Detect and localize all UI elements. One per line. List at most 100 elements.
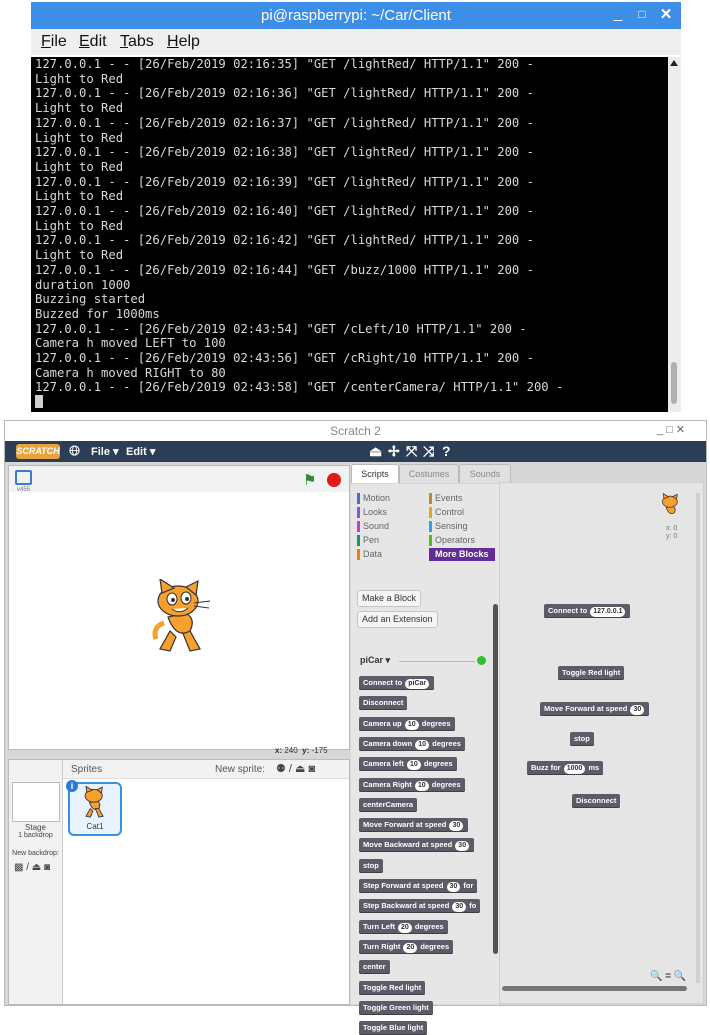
block-input[interactable]: 30 — [630, 705, 645, 715]
category-control[interactable]: Control — [429, 506, 464, 519]
palette-scrollbar[interactable] — [493, 604, 498, 954]
add-extension-button[interactable]: Add an Extension — [357, 611, 438, 628]
new-sprite-tools-icon[interactable]: ⚉ / ⏏ ◙ — [276, 762, 315, 775]
block-buzz-for[interactable]: Buzz for 1000 ms — [527, 761, 604, 775]
info-icon[interactable]: i — [66, 780, 78, 792]
tab-scripts[interactable]: Scripts — [351, 464, 399, 483]
shrink-icon[interactable]: ⤨ — [423, 443, 434, 460]
category-looks[interactable]: Looks — [357, 506, 387, 519]
block-input[interactable]: 127.0.0.1 — [590, 607, 626, 617]
backdrop-tools-icon[interactable]: ▩ / ⏏ ◙ — [14, 862, 50, 873]
category-operators[interactable]: Operators — [429, 534, 475, 547]
delete-icon[interactable]: ✢ — [388, 443, 400, 460]
block-camera-down[interactable]: Camera down 10 degrees — [359, 736, 465, 751]
make-block-button[interactable]: Make a Block — [357, 590, 422, 607]
scripts-hscrollbar[interactable] — [502, 986, 687, 991]
stage-thumbnail[interactable] — [12, 782, 60, 822]
block-stop[interactable]: stop — [359, 858, 383, 873]
block-input[interactable]: piCar — [405, 679, 430, 689]
category-events[interactable]: Events — [429, 492, 463, 505]
block-connect-to[interactable]: Connect to piCar — [359, 676, 435, 690]
block-toggle-green-light[interactable]: Toggle Green light — [359, 1000, 433, 1015]
category-sensing[interactable]: Sensing — [429, 520, 468, 533]
block-toggle-red-light[interactable]: Toggle Red light — [359, 980, 426, 995]
terminal-titlebar[interactable]: pi@raspberrypi: ~/Car/Client _ □ ✕ — [31, 2, 681, 29]
menu-tabs[interactable]: Tabs — [120, 33, 154, 51]
block-toggle-blue-light[interactable]: Toggle Blue light — [359, 1021, 428, 1035]
edit-menu[interactable]: Edit ▾ — [126, 445, 155, 458]
globe-icon[interactable] — [69, 445, 80, 459]
menu-help[interactable]: Help — [167, 33, 200, 51]
zoom-controls[interactable]: 🔍 = 🔍 — [650, 971, 686, 982]
block-label: degrees — [423, 759, 453, 769]
minimize-icon[interactable]: _ — [609, 5, 627, 22]
block-turn-right[interactable]: Turn Right 20 degrees — [359, 939, 454, 954]
menu-edit[interactable]: Edit — [79, 33, 107, 51]
scratch-logo[interactable]: SCRATCH — [16, 444, 60, 459]
block-stop[interactable]: stop — [570, 732, 594, 746]
file-menu[interactable]: File ▾ — [91, 445, 119, 458]
duplicate-icon[interactable]: ⏏ — [369, 443, 382, 460]
block-step-forward-at-speed[interactable]: Step Forward at speed 30 for — [359, 879, 478, 893]
stage-canvas[interactable] — [9, 492, 349, 749]
window-controls[interactable]: _ □ ✕ — [657, 423, 685, 436]
block-centercamera[interactable]: centerCamera — [359, 797, 418, 812]
category-pen[interactable]: Pen — [357, 534, 379, 547]
category-motion[interactable]: Motion — [357, 492, 390, 505]
block-move-forward-at-speed[interactable]: Move Forward at speed 30 — [540, 702, 650, 716]
block-center[interactable]: center — [359, 960, 390, 975]
scroll-up-icon[interactable] — [670, 60, 678, 66]
new-backdrop-label: New backdrop: — [12, 850, 59, 857]
block-input[interactable]: 30 — [449, 821, 464, 832]
terminal-line: 127.0.0.1 - - [26/Feb/2019 02:43:58] "GE… — [35, 380, 564, 395]
scroll-thumb[interactable] — [671, 362, 677, 404]
fullscreen-icon[interactable] — [15, 470, 32, 485]
block-toggle-red-light[interactable]: Toggle Red light — [558, 666, 625, 680]
tab-costumes[interactable]: Costumes — [399, 464, 459, 483]
block-disconnect[interactable]: Disconnect — [359, 696, 408, 711]
scripts-vscrollbar[interactable] — [696, 493, 700, 983]
help-icon[interactable]: ? — [442, 443, 451, 459]
menu-file[interactable]: File — [41, 33, 67, 51]
cat-sprite[interactable] — [146, 579, 216, 657]
category-label: Data — [363, 549, 383, 559]
scripts-area[interactable]: x: 0 y: 0 Connect to 127.0.0.1 Toggle Red… — [499, 482, 704, 1004]
block-input[interactable]: 10 — [404, 719, 419, 730]
green-flag-icon[interactable]: ⚑ — [303, 471, 316, 489]
block-connect-to[interactable]: Connect to 127.0.0.1 — [544, 604, 631, 618]
stop-icon[interactable] — [327, 473, 341, 487]
block-input[interactable]: 30 — [452, 902, 467, 913]
block-label: degrees — [420, 941, 450, 951]
category-data[interactable]: Data — [357, 548, 382, 561]
block-disconnect[interactable]: Disconnect — [572, 794, 621, 808]
terminal-scrollbar[interactable] — [668, 57, 681, 412]
block-input[interactable]: 30 — [446, 882, 461, 892]
block-move-forward-at-speed[interactable]: Move Forward at speed 30 — [359, 818, 469, 833]
block-turn-left[interactable]: Turn Left 20 degrees — [359, 919, 448, 934]
sprite-tile-cat1[interactable]: i Cat1 — [66, 780, 122, 836]
block-label: degrees — [431, 779, 461, 789]
extension-menu[interactable]: piCar ▾ — [360, 655, 390, 666]
block-camera-up[interactable]: Camera up 10 degrees — [359, 716, 455, 731]
block-input[interactable]: 1000 — [563, 764, 586, 774]
block-step-backward-at-speed[interactable]: Step Backward at speed 30 fo — [359, 899, 481, 914]
block-input[interactable]: 10 — [415, 739, 430, 750]
block-input[interactable]: 10 — [414, 780, 429, 791]
grow-icon[interactable]: ⤧ — [406, 443, 417, 460]
block-move-backward-at-speed[interactable]: Move Backward at speed 30 — [359, 838, 475, 853]
category-sound[interactable]: Sound — [357, 520, 389, 533]
maximize-icon[interactable]: □ — [633, 7, 651, 21]
scratch-titlebar[interactable]: Scratch 2 _ □ ✕ — [5, 421, 706, 441]
category-more-blocks[interactable]: More Blocks — [429, 548, 495, 561]
block-input[interactable]: 20 — [398, 922, 412, 933]
block-input[interactable]: 30 — [455, 841, 470, 852]
block-input[interactable]: 20 — [403, 942, 418, 953]
block-camera-left[interactable]: Camera left 10 degrees — [359, 757, 457, 772]
block-input[interactable]: 10 — [406, 760, 421, 771]
category-color-icon — [429, 521, 432, 532]
block-label: Turn Right — [363, 941, 401, 951]
terminal-output[interactable]: 127.0.0.1 - - [26/Feb/2019 02:16:35] "GE… — [31, 57, 668, 412]
close-icon[interactable]: ✕ — [657, 5, 675, 23]
block-camera-right[interactable]: Camera Right 10 degrees — [359, 777, 465, 792]
tab-sounds[interactable]: Sounds — [459, 464, 511, 483]
